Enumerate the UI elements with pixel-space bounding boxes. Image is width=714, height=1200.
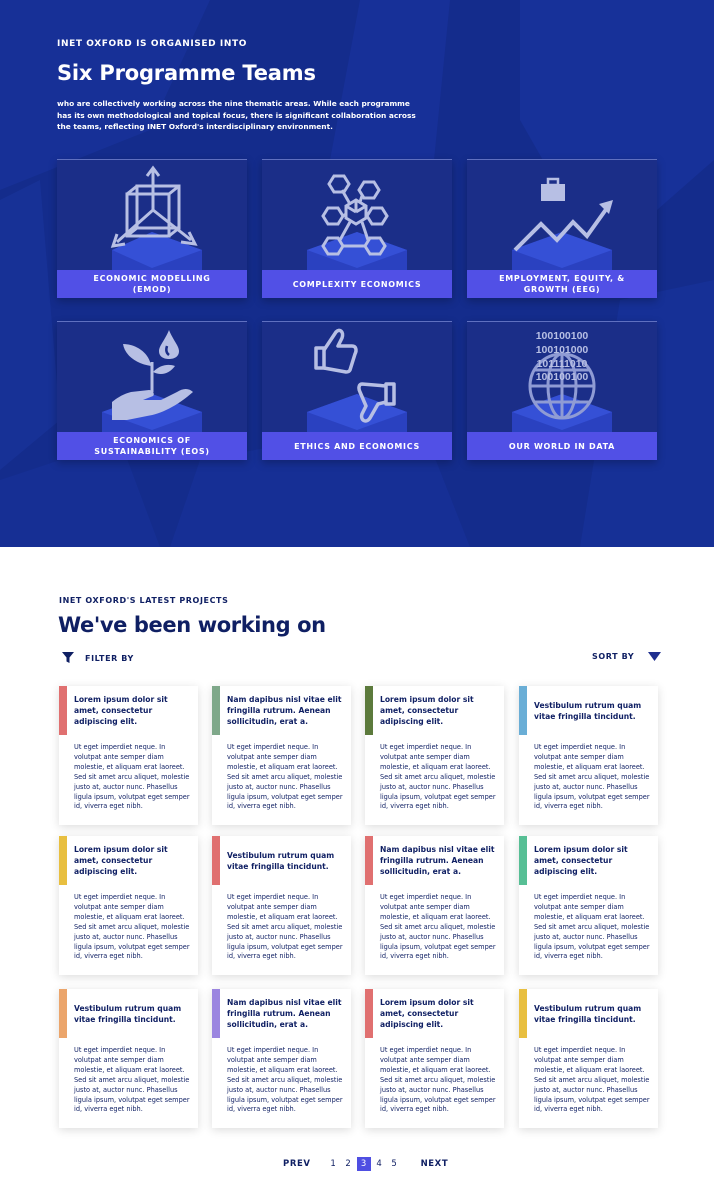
project-summary: Ut eget imperdiet neque. In volutpat ant… xyxy=(74,893,190,961)
project-accent-bar xyxy=(59,989,67,1038)
project-card[interactable]: Vestibulum rutrum quam vitae fringilla t… xyxy=(212,836,351,975)
team-label: ETHICS AND ECONOMICS xyxy=(262,432,452,460)
team-label: OUR WORLD IN DATA xyxy=(467,432,657,460)
project-title: Lorem ipsum dolor sit amet, consectetur … xyxy=(380,998,474,1029)
project-title: Vestibulum rutrum quam vitae fringilla t… xyxy=(534,700,642,721)
project-summary: Ut eget imperdiet neque. In volutpat ant… xyxy=(380,743,496,811)
pagination: PREV 1 2 3 4 5 NEXT xyxy=(283,1157,448,1171)
hero-title: Six Programme Teams xyxy=(57,61,316,85)
project-title: Lorem ipsum dolor sit amet, consectetur … xyxy=(534,845,628,876)
project-summary: Ut eget imperdiet neque. In volutpat ant… xyxy=(74,743,190,811)
project-title: Nam dapibus nisl vitae elit fringilla ru… xyxy=(227,998,342,1029)
team-card-complexity[interactable]: COMPLEXITY ECONOMICS xyxy=(262,159,452,298)
project-summary: Ut eget imperdiet neque. In volutpat ant… xyxy=(534,743,650,811)
project-card[interactable]: Vestibulum rutrum quam vitae fringilla t… xyxy=(519,686,658,825)
project-accent-bar xyxy=(519,989,527,1038)
team-label: ECONOMIC MODELLING (EMOD) xyxy=(57,270,247,298)
project-title: Nam dapibus nisl vitae elit fringilla ru… xyxy=(227,695,342,726)
project-accent-bar xyxy=(212,989,220,1038)
team-card-eos[interactable]: ECONOMICS OF SUSTAINABILITY (EOS) xyxy=(57,321,247,460)
sort-label: SORT BY xyxy=(592,652,635,661)
project-summary: Ut eget imperdiet neque. In volutpat ant… xyxy=(74,1046,190,1114)
binary-line-2: 100101000 xyxy=(536,344,589,356)
programme-teams-section: INET OXFORD IS ORGANISED INTO Six Progra… xyxy=(0,0,714,547)
project-accent-bar xyxy=(59,686,67,735)
page-link-1[interactable]: 1 xyxy=(326,1159,341,1169)
project-accent-bar xyxy=(365,989,373,1038)
project-summary: Ut eget imperdiet neque. In volutpat ant… xyxy=(534,893,650,961)
project-accent-bar xyxy=(519,686,527,735)
project-summary: Ut eget imperdiet neque. In volutpat ant… xyxy=(380,893,496,961)
project-card[interactable]: Lorem ipsum dolor sit amet, consectetur … xyxy=(59,686,198,825)
team-label: ECONOMICS OF SUSTAINABILITY (EOS) xyxy=(57,432,247,460)
caret-down-icon xyxy=(648,652,662,661)
page-link-4[interactable]: 4 xyxy=(372,1159,387,1169)
team-card-ethics[interactable]: ETHICS AND ECONOMICS xyxy=(262,321,452,460)
project-accent-bar xyxy=(365,836,373,885)
hero-description: who are collectively working across the … xyxy=(57,99,416,131)
binary-line-1: 100100100 xyxy=(536,330,589,342)
project-card[interactable]: Lorem ipsum dolor sit amet, consectetur … xyxy=(59,836,198,975)
project-accent-bar xyxy=(59,836,67,885)
project-accent-bar xyxy=(519,836,527,885)
hero-eyebrow: INET OXFORD IS ORGANISED INTO xyxy=(57,39,247,49)
project-summary: Ut eget imperdiet neque. In volutpat ant… xyxy=(227,1046,343,1114)
project-card[interactable]: Vestibulum rutrum quam vitae fringilla t… xyxy=(519,989,658,1128)
projects-title: We've been working on xyxy=(58,613,326,637)
funnel-icon xyxy=(62,652,74,663)
project-card[interactable]: Nam dapibus nisl vitae elit fringilla ru… xyxy=(212,686,351,825)
project-card[interactable]: Lorem ipsum dolor sit amet, consectetur … xyxy=(519,836,658,975)
team-label: COMPLEXITY ECONOMICS xyxy=(262,270,452,298)
project-summary: Ut eget imperdiet neque. In volutpat ant… xyxy=(534,1046,650,1114)
project-title: Vestibulum rutrum quam vitae fringilla t… xyxy=(534,1003,642,1024)
next-page-link[interactable]: NEXT xyxy=(421,1159,449,1169)
project-accent-bar xyxy=(212,836,220,885)
project-card[interactable]: Nam dapibus nisl vitae elit fringilla ru… xyxy=(365,836,504,975)
project-title: Lorem ipsum dolor sit amet, consectetur … xyxy=(380,695,474,726)
project-title: Vestibulum rutrum quam vitae fringilla t… xyxy=(74,1003,182,1024)
page-link-2[interactable]: 2 xyxy=(341,1159,356,1169)
binary-line-3: 101111010 xyxy=(537,358,588,370)
filter-label: FILTER BY xyxy=(85,653,134,663)
project-accent-bar xyxy=(212,686,220,735)
project-card[interactable]: Lorem ipsum dolor sit amet, consectetur … xyxy=(365,686,504,825)
sort-by-button[interactable]: SORT BY xyxy=(592,652,662,661)
team-card-owid[interactable]: 100100100 100101000 101111010 100100100 … xyxy=(467,321,657,460)
team-card-eeg[interactable]: EMPLOYMENT, EQUITY, & GROWTH (EEG) xyxy=(467,159,657,298)
projects-eyebrow: INET OXFORD'S LATEST PROJECTS xyxy=(59,596,229,605)
project-card[interactable]: Nam dapibus nisl vitae elit fringilla ru… xyxy=(212,989,351,1128)
binary-line-4: 100100100 xyxy=(536,371,589,383)
project-card[interactable]: Lorem ipsum dolor sit amet, consectetur … xyxy=(365,989,504,1128)
project-title: Lorem ipsum dolor sit amet, consectetur … xyxy=(74,695,168,726)
project-title: Lorem ipsum dolor sit amet, consectetur … xyxy=(74,845,168,876)
page-link-5[interactable]: 5 xyxy=(387,1159,402,1169)
project-summary: Ut eget imperdiet neque. In volutpat ant… xyxy=(380,1046,496,1114)
page-link-3-current[interactable]: 3 xyxy=(356,1157,371,1171)
team-card-emod[interactable]: ECONOMIC MODELLING (EMOD) xyxy=(57,159,247,298)
prev-page-link[interactable]: PREV xyxy=(283,1159,311,1169)
team-label: EMPLOYMENT, EQUITY, & GROWTH (EEG) xyxy=(467,270,657,298)
project-title: Vestibulum rutrum quam vitae fringilla t… xyxy=(227,850,335,871)
project-summary: Ut eget imperdiet neque. In volutpat ant… xyxy=(227,743,343,811)
project-summary: Ut eget imperdiet neque. In volutpat ant… xyxy=(227,893,343,961)
project-accent-bar xyxy=(365,686,373,735)
project-title: Nam dapibus nisl vitae elit fringilla ru… xyxy=(380,845,495,876)
project-card[interactable]: Vestibulum rutrum quam vitae fringilla t… xyxy=(59,989,198,1128)
filter-by-button[interactable]: FILTER BY xyxy=(62,652,134,664)
